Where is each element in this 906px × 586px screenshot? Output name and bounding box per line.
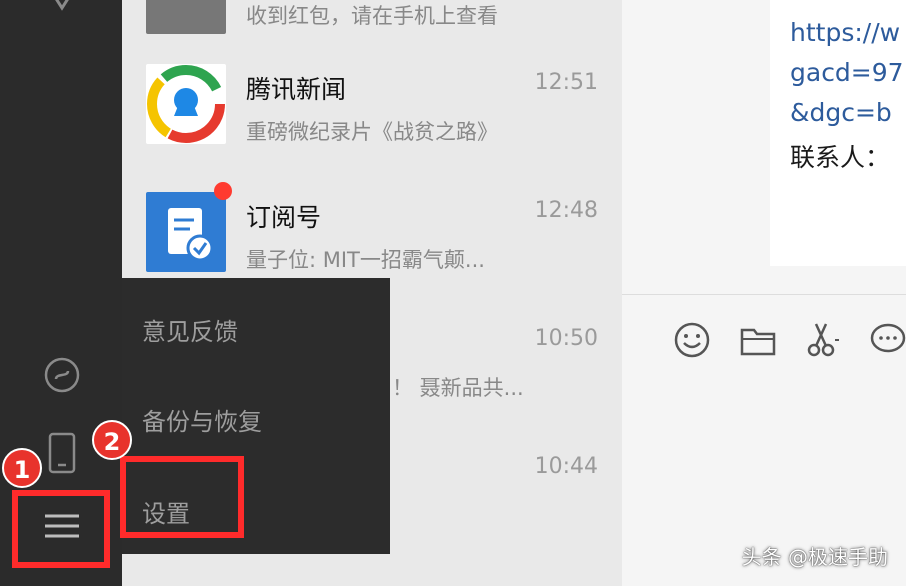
chat-bubble-icon[interactable] [866, 320, 906, 360]
emoji-icon[interactable] [672, 320, 712, 360]
avatar [146, 0, 226, 34]
tencent-news-icon [146, 64, 226, 144]
list-item[interactable]: 腾讯新闻 12:51 重磅微纪录片《战贫之路》 [122, 58, 622, 186]
conversation-name: 订阅号 [246, 203, 322, 232]
menu-item-feedback[interactable]: 意见反馈 [142, 312, 238, 347]
highlight-settings-item [120, 456, 244, 538]
favorites-icon[interactable] [42, 0, 82, 18]
conversation-time: 10:50 [534, 326, 598, 351]
step-badge-2: 2 [92, 420, 132, 460]
conversation-name: 腾讯新闻 [246, 75, 347, 104]
message-preview: 重磅微纪录片《战贫之路》 [246, 120, 498, 144]
scissors-icon[interactable] [802, 320, 842, 360]
divider [622, 294, 906, 295]
subscription-icon [146, 192, 226, 272]
watermark: 头条 @极速手助 [741, 545, 888, 569]
conversation-time: 10:44 [534, 454, 598, 479]
message-bubble: https://w gacd=97 &dgc=b 联系人： [770, 0, 906, 266]
folder-icon[interactable] [738, 320, 778, 360]
message-link[interactable]: https://w [790, 18, 900, 47]
mini-program-icon[interactable] [42, 355, 82, 395]
list-item[interactable]: 收到红包，请在手机上查看 [122, 0, 622, 58]
message-link[interactable]: &dgc=b [790, 98, 892, 127]
message-preview: ！ 聂新品共... [392, 376, 524, 400]
message-preview: 量子位: MIT一招霸气颠... [246, 248, 485, 272]
highlight-menu-button [12, 490, 110, 568]
chat-pane: https://w gacd=97 &dgc=b 联系人： [622, 0, 906, 586]
conversation-time: 12:48 [534, 198, 598, 223]
unread-dot [214, 182, 232, 200]
phone-icon[interactable] [42, 432, 82, 476]
conversation-time: 12:51 [534, 70, 598, 95]
menu-item-backup-restore[interactable]: 备份与恢复 [142, 402, 262, 437]
message-link[interactable]: gacd=97 [790, 58, 904, 87]
step-badge-1: 1 [2, 448, 42, 488]
message-text: 联系人： [790, 143, 891, 172]
message-preview: 收到红包，请在手机上查看 [246, 4, 498, 28]
